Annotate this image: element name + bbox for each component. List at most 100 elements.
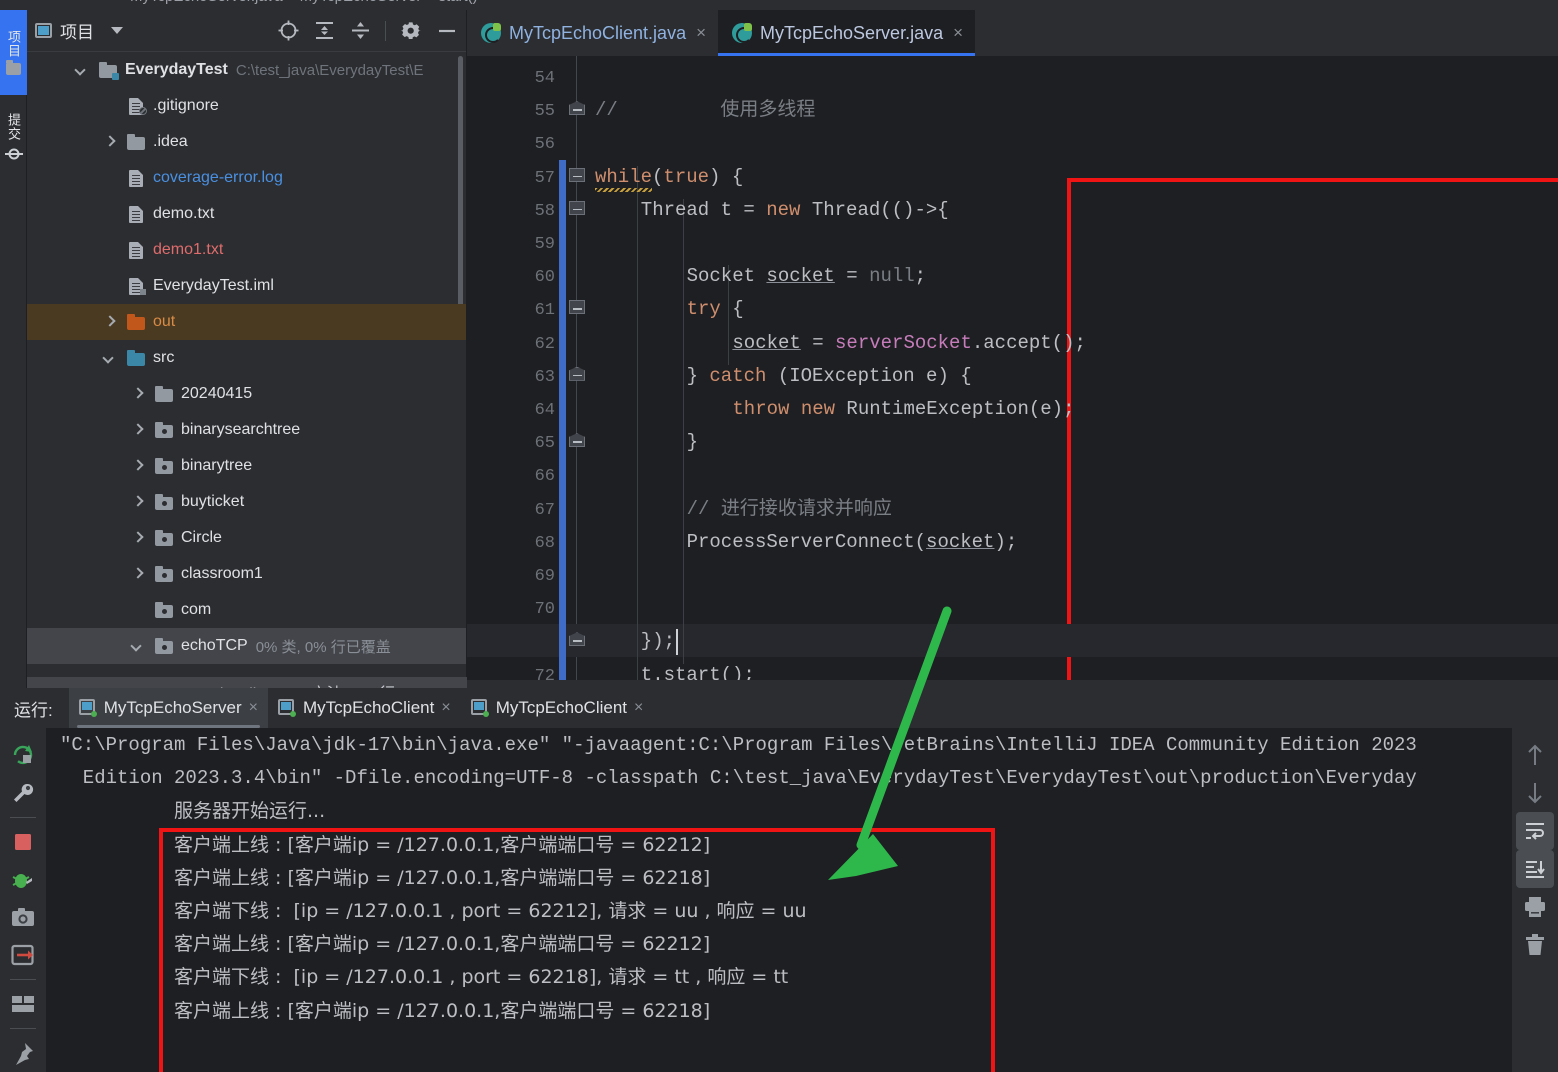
chevron-right-icon[interactable] xyxy=(131,459,145,473)
chevron-down-icon[interactable] xyxy=(111,27,123,34)
code-line[interactable]: throw new RuntimeException(e); xyxy=(732,400,1074,419)
select-opened-file-icon[interactable] xyxy=(277,20,299,42)
tree-row[interactable]: coverage-error.log xyxy=(27,160,466,196)
tree-spacer xyxy=(103,243,117,257)
tree-spacer xyxy=(103,279,117,293)
editor-tab[interactable]: MyTcpEchoServer.java× xyxy=(718,10,975,56)
code-token: (IOException e) { xyxy=(766,365,971,387)
code-line[interactable]: try { xyxy=(687,300,744,319)
tree-row[interactable]: .idea xyxy=(27,124,466,160)
editor-tab-label: MyTcpEchoClient.java xyxy=(509,23,686,44)
chevron-down-icon[interactable] xyxy=(103,351,117,365)
up-arrow-icon[interactable] xyxy=(1516,736,1554,774)
tree-row[interactable]: 20240415 xyxy=(27,376,466,412)
tree-row[interactable]: EverydayTestC:\test_java\EverydayTest\E xyxy=(27,52,466,88)
stripe-button-commit[interactable]: 提交 xyxy=(0,100,27,178)
console-output[interactable]: "C:\Program Files\Java\jdk-17\bin\java.e… xyxy=(46,728,1512,1072)
tree-row[interactable]: binarytree xyxy=(27,448,466,484)
down-arrow-icon[interactable] xyxy=(1516,774,1554,812)
code-editor[interactable]: 54555657585960616263646566676869707172 /… xyxy=(467,56,1558,680)
code-token: ); xyxy=(994,531,1017,553)
tree-row[interactable]: .gitignore xyxy=(27,88,466,124)
collapse-all-icon[interactable] xyxy=(349,20,371,42)
chevron-right-icon[interactable] xyxy=(131,387,145,401)
tree-row[interactable]: src xyxy=(27,340,466,376)
chevron-right-icon[interactable] xyxy=(131,495,145,509)
code-line[interactable]: } catch (IOException e) { xyxy=(687,367,972,386)
chevron-down-icon[interactable] xyxy=(131,639,145,653)
tree-row[interactable]: classroom1 xyxy=(27,556,466,592)
line-number: 66 xyxy=(535,468,555,485)
code-line[interactable]: while(true) { xyxy=(595,168,743,187)
settings-gear-icon[interactable] xyxy=(400,20,422,42)
close-icon[interactable]: × xyxy=(634,699,643,717)
hide-window-icon[interactable] xyxy=(436,20,458,42)
run-tab[interactable]: MyTcpEchoClient× xyxy=(461,688,654,728)
code-line[interactable]: ProcessServerConnect(socket); xyxy=(687,533,1018,552)
code-fold-marker[interactable] xyxy=(569,168,585,182)
project-tree[interactable]: EverydayTestC:\test_java\EverydayTest\E.… xyxy=(27,52,466,680)
code-token: ; xyxy=(915,265,926,287)
red-annotation-box-editor xyxy=(1067,178,1558,680)
scroll-to-end-icon[interactable] xyxy=(1516,850,1554,888)
tree-row-label: echoTCP xyxy=(181,637,248,655)
expand-all-icon[interactable] xyxy=(313,20,335,42)
tree-row[interactable]: demo.txt xyxy=(27,196,466,232)
close-icon[interactable]: × xyxy=(249,699,258,717)
code-fold-marker[interactable] xyxy=(569,300,585,314)
soft-wrap-icon[interactable] xyxy=(1516,812,1554,850)
run-tab[interactable]: MyTcpEchoClient× xyxy=(268,688,461,728)
run-tab[interactable]: MyTcpEchoServer× xyxy=(69,688,268,728)
line-number: 68 xyxy=(535,535,555,552)
code-line[interactable]: Socket socket = null; xyxy=(687,267,926,286)
pin-icon[interactable] xyxy=(4,1034,42,1072)
screenshot-camera-icon[interactable] xyxy=(4,899,42,937)
chevron-right-icon[interactable] xyxy=(103,315,117,329)
tree-row[interactable]: demo1.txt xyxy=(27,232,466,268)
breadcrumb[interactable]: MyTcpEchoServer.java > MyTcpEchoServer >… xyxy=(130,0,478,5)
tree-row-label: buyticket xyxy=(181,493,244,511)
code-token: RuntimeException(e); xyxy=(835,398,1074,420)
tree-row[interactable]: binarysearchtree xyxy=(27,412,466,448)
close-icon[interactable]: × xyxy=(696,23,706,43)
chevron-down-icon[interactable] xyxy=(75,63,89,77)
editor-area: MyTcpEchoClient.java×MyTcpEchoServer.jav… xyxy=(467,10,1558,680)
rerun-icon[interactable] xyxy=(4,736,42,774)
stop-icon[interactable] xyxy=(4,823,42,861)
code-line[interactable]: } xyxy=(687,433,698,452)
chevron-right-icon[interactable] xyxy=(131,531,145,545)
tree-row[interactable]: out xyxy=(27,304,466,340)
editor-tab[interactable]: MyTcpEchoClient.java × xyxy=(467,10,718,56)
code-line[interactable]: Thread t = new Thread(()->{ xyxy=(641,201,949,220)
code-fold-marker[interactable] xyxy=(569,201,585,215)
code-line[interactable]: }); xyxy=(641,632,675,651)
code-line[interactable]: t.start(); xyxy=(641,666,755,680)
print-icon[interactable] xyxy=(1516,888,1554,926)
text-caret xyxy=(676,629,678,655)
tree-row[interactable]: echoTCP0% 类, 0% 行已覆盖 xyxy=(27,628,466,664)
tree-row[interactable]: EverydayTest.iml xyxy=(27,268,466,304)
stripe-button-project[interactable]: 项目 xyxy=(0,10,27,95)
export-icon[interactable] xyxy=(4,936,42,974)
vcs-change-marker[interactable] xyxy=(559,160,566,680)
clear-all-trash-icon[interactable] xyxy=(1516,926,1554,964)
code-line[interactable]: socket = serverSocket.accept(); xyxy=(732,334,1086,353)
chevron-right-icon[interactable] xyxy=(131,567,145,581)
tree-row[interactable]: buyticket xyxy=(27,484,466,520)
console-line: "C:\Program Files\Java\jdk-17\bin\java.e… xyxy=(60,736,1417,755)
layout-icon[interactable] xyxy=(4,985,42,1023)
console-line: 客户端上线 : [客户端ip = /127.0.0.1,客户端端口号 = 622… xyxy=(174,869,710,888)
close-icon[interactable]: × xyxy=(953,23,963,43)
close-icon[interactable]: × xyxy=(441,699,450,717)
chevron-right-icon[interactable] xyxy=(103,135,117,149)
chevron-right-icon[interactable] xyxy=(131,423,145,437)
tree-row-label: out xyxy=(153,313,175,331)
code-line[interactable]: // 使用多线程 xyxy=(595,101,815,120)
tree-row[interactable]: com xyxy=(27,592,466,628)
tree-row-path: C:\test_java\EverydayTest\E xyxy=(236,62,424,79)
tree-row[interactable]: Circle xyxy=(27,520,466,556)
code-line[interactable]: // 进行接收请求并响应 xyxy=(687,500,892,519)
folder-src-icon xyxy=(127,350,146,367)
debug-icon[interactable] xyxy=(4,861,42,899)
edit-configuration-wrench-icon[interactable] xyxy=(4,774,42,812)
